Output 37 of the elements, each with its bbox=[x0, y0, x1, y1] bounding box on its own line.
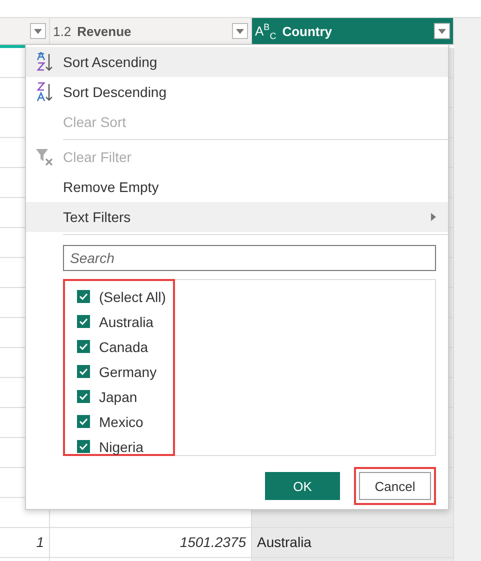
checkbox[interactable] bbox=[77, 290, 90, 303]
checkbox[interactable] bbox=[77, 390, 90, 403]
menu-item[interactable]: Sort Ascending bbox=[26, 47, 448, 77]
caret-icon bbox=[34, 28, 42, 34]
checkbox[interactable] bbox=[77, 365, 90, 378]
value-label: Mexico bbox=[99, 414, 144, 430]
table-cell: 1 bbox=[0, 528, 50, 557]
sort-descending-icon bbox=[36, 82, 54, 102]
menu-item[interactable]: Remove Empty bbox=[26, 172, 448, 202]
column-dropdown[interactable] bbox=[30, 23, 46, 39]
type-label: 1.2 bbox=[53, 24, 72, 38]
value-label: Australia bbox=[99, 314, 154, 330]
checkbox[interactable] bbox=[77, 340, 90, 353]
caret-icon bbox=[438, 28, 446, 34]
checkbox[interactable] bbox=[77, 415, 90, 428]
menu-item[interactable]: Sort Descending bbox=[26, 77, 448, 107]
column-header[interactable]: A$^{B}$$_{C}$ Country bbox=[252, 18, 454, 44]
value-label: Canada bbox=[99, 338, 148, 354]
ok-button[interactable]: OK bbox=[265, 472, 340, 500]
value-label: Germany bbox=[99, 364, 157, 380]
column-name: Revenue bbox=[77, 24, 132, 38]
clear-filter-icon bbox=[34, 148, 54, 166]
search-field[interactable]: Search bbox=[63, 245, 436, 271]
caret-icon bbox=[236, 28, 244, 34]
menu-item[interactable]: Text Filters bbox=[26, 202, 448, 232]
value-label: (Select All) bbox=[99, 288, 166, 304]
column-dropdown[interactable] bbox=[232, 23, 248, 39]
checkbox[interactable] bbox=[77, 315, 90, 328]
table-cell: Australia bbox=[252, 528, 454, 557]
sort-ascending-icon bbox=[36, 52, 54, 72]
value-label: Japan bbox=[99, 388, 138, 404]
column-name: Country bbox=[282, 24, 334, 38]
checkbox[interactable] bbox=[77, 440, 90, 453]
column-dropdown[interactable] bbox=[434, 23, 450, 39]
value-label: Nigeria bbox=[99, 438, 144, 454]
submenu-arrow-icon bbox=[431, 213, 436, 221]
cancel-button[interactable]: Cancel bbox=[359, 472, 431, 500]
